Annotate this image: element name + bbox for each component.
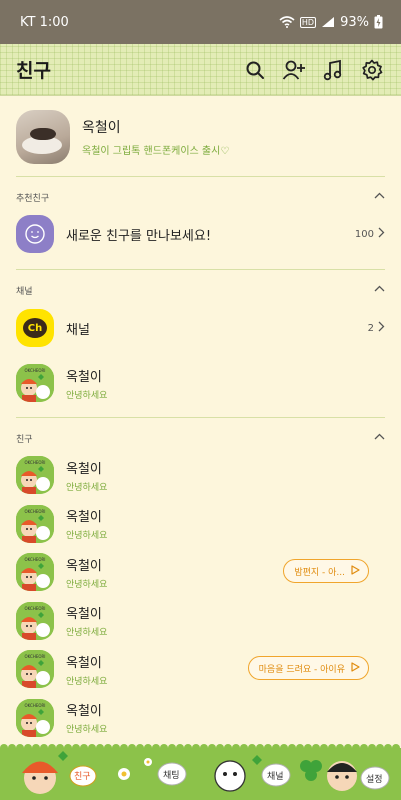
app-header: 친구 (0, 44, 401, 96)
section-channel-header[interactable]: 채널 (16, 282, 385, 298)
section-title: 추천친구 (16, 193, 50, 204)
chevron-right-icon (378, 321, 385, 335)
battery-percent: 93% (340, 14, 369, 30)
section-friends-header[interactable]: 친구 (16, 430, 385, 446)
play-icon (351, 661, 360, 675)
footer-bubble-channel[interactable]: 채널 (267, 769, 284, 782)
recommended-friends-row[interactable]: 새로운 친구를 만나보세요! 100 (16, 213, 385, 255)
add-friend-icon[interactable] (281, 57, 307, 83)
character-decoration-icon (327, 761, 357, 791)
page-title: 친구 (16, 60, 51, 82)
friend-name: 옥철이 (66, 704, 102, 719)
recommend-face-icon (16, 215, 54, 253)
recommended-count: 100 (354, 228, 374, 240)
friend-name: 옥철이 (66, 607, 102, 622)
profile-name: 옥철이 (82, 120, 121, 136)
chevron-up-icon[interactable] (374, 192, 385, 202)
friend-row[interactable]: OKCHEORI 옥철이안녕하세요 (16, 454, 385, 496)
my-profile[interactable]: 옥철이 옥철이 그립톡 핸드폰케이스 출시♡ (16, 107, 385, 167)
battery-charging-icon (374, 15, 383, 29)
divider (16, 176, 385, 177)
divider (16, 269, 385, 270)
chevron-up-icon[interactable] (374, 433, 385, 443)
friend-row[interactable]: OKCHEORI 옥철이안녕하세요 (16, 503, 385, 545)
svg-text:OKCHEORI: OKCHEORI (25, 509, 46, 514)
music-title: 마음을 드려요 - 아이유 (258, 664, 345, 675)
friend-name: 옥철이 (66, 369, 102, 385)
chevron-up-icon[interactable] (374, 285, 385, 295)
profile-music-pill[interactable]: 마음을 드려요 - 아이유 (247, 656, 369, 680)
search-icon[interactable] (242, 57, 268, 83)
friend-row[interactable]: OKCHEORI 옥철이 안녕하세요 밤편지 - 아... (16, 551, 385, 593)
character-decoration-icon (22, 751, 68, 794)
footer-bubble-chat[interactable]: 채팅 (163, 768, 180, 781)
section-title: 친구 (16, 434, 33, 445)
footer-bubble-settings[interactable]: 설정 (366, 772, 383, 785)
profile-avatar (16, 110, 70, 164)
svg-text:OKCHEORI: OKCHEORI (25, 606, 46, 611)
friend-row[interactable]: OKCHEORI 옥철이안녕하세요 (16, 697, 385, 739)
okcheol-avatar: OKCHEORI (16, 504, 54, 543)
music-icon[interactable] (320, 57, 346, 83)
channel-logo-icon: Ch (16, 309, 54, 347)
status-bar: KT 1:00 HD 93% (0, 0, 401, 44)
okcheol-avatar: OKCHEORI (16, 456, 54, 494)
friend-status-message: 안녕하세요 (66, 628, 108, 638)
settings-icon[interactable] (359, 57, 385, 83)
friend-status-message: 안녕하세요 (66, 531, 108, 541)
character-decoration-icon (214, 755, 262, 792)
svg-text:OKCHEORI: OKCHEORI (25, 703, 46, 708)
wifi-icon (279, 16, 295, 28)
friend-row[interactable]: OKCHEORI 옥철이 안녕하세요 마음을 드려요 - 아이유 (16, 648, 385, 690)
friend-name: 옥철이 (66, 510, 102, 525)
recommended-label: 새로운 친구를 만나보세요! (66, 228, 212, 244)
okcheol-avatar: OKCHEORI (16, 650, 54, 688)
section-recommended-header[interactable]: 추천친구 (16, 189, 385, 205)
okcheol-avatar: OKCHEORI (16, 553, 54, 591)
status-indicators: HD 93% (279, 15, 383, 30)
friend-name: 옥철이 (66, 461, 102, 477)
okcheol-avatar: OKCHEORI (16, 698, 54, 737)
svg-text:OKCHEORI: OKCHEORI (25, 460, 46, 465)
channel-friend-row[interactable]: OKCHEORI 옥철이 안녕하세요 (16, 362, 385, 404)
okcheol-avatar: OKCHEORI (16, 364, 54, 402)
svg-text:OKCHEORI: OKCHEORI (25, 654, 46, 659)
okcheol-avatar: OKCHEORI (16, 601, 54, 640)
channel-logo-text: Ch (23, 318, 47, 338)
friend-row[interactable]: OKCHEORI 옥철이안녕하세요 (16, 600, 385, 642)
channel-count: 2 (367, 322, 374, 334)
clover-decoration-icon (300, 760, 322, 781)
play-icon (351, 564, 360, 578)
profile-status-message: 옥철이 그립톡 핸드폰케이스 출시♡ (82, 146, 230, 157)
svg-text:OKCHEORI: OKCHEORI (25, 368, 46, 373)
svg-text:OKCHEORI: OKCHEORI (25, 557, 46, 562)
footer-bubble-friends[interactable]: 친구 (74, 769, 91, 782)
header-actions (242, 57, 385, 83)
footer-decoration: 친구 채팅 채널 설정 (0, 748, 401, 800)
channel-row[interactable]: Ch 채널 2 (16, 307, 385, 349)
signal-icon (321, 16, 335, 28)
music-title: 밤편지 - 아... (294, 567, 345, 578)
chevron-right-icon (378, 227, 385, 241)
hd-badge: HD (299, 16, 317, 28)
profile-music-pill[interactable]: 밤편지 - 아... (283, 559, 369, 583)
divider (16, 417, 385, 418)
friend-status-message: 안녕하세요 (66, 725, 108, 735)
section-title: 채널 (16, 286, 33, 297)
carrier-time: KT 1:00 (20, 14, 69, 30)
channel-label: 채널 (66, 322, 90, 338)
friend-status-message: 안녕하세요 (66, 390, 108, 401)
friend-status-message: 안녕하세요 (66, 482, 108, 493)
flower-decoration-icon (118, 758, 152, 780)
